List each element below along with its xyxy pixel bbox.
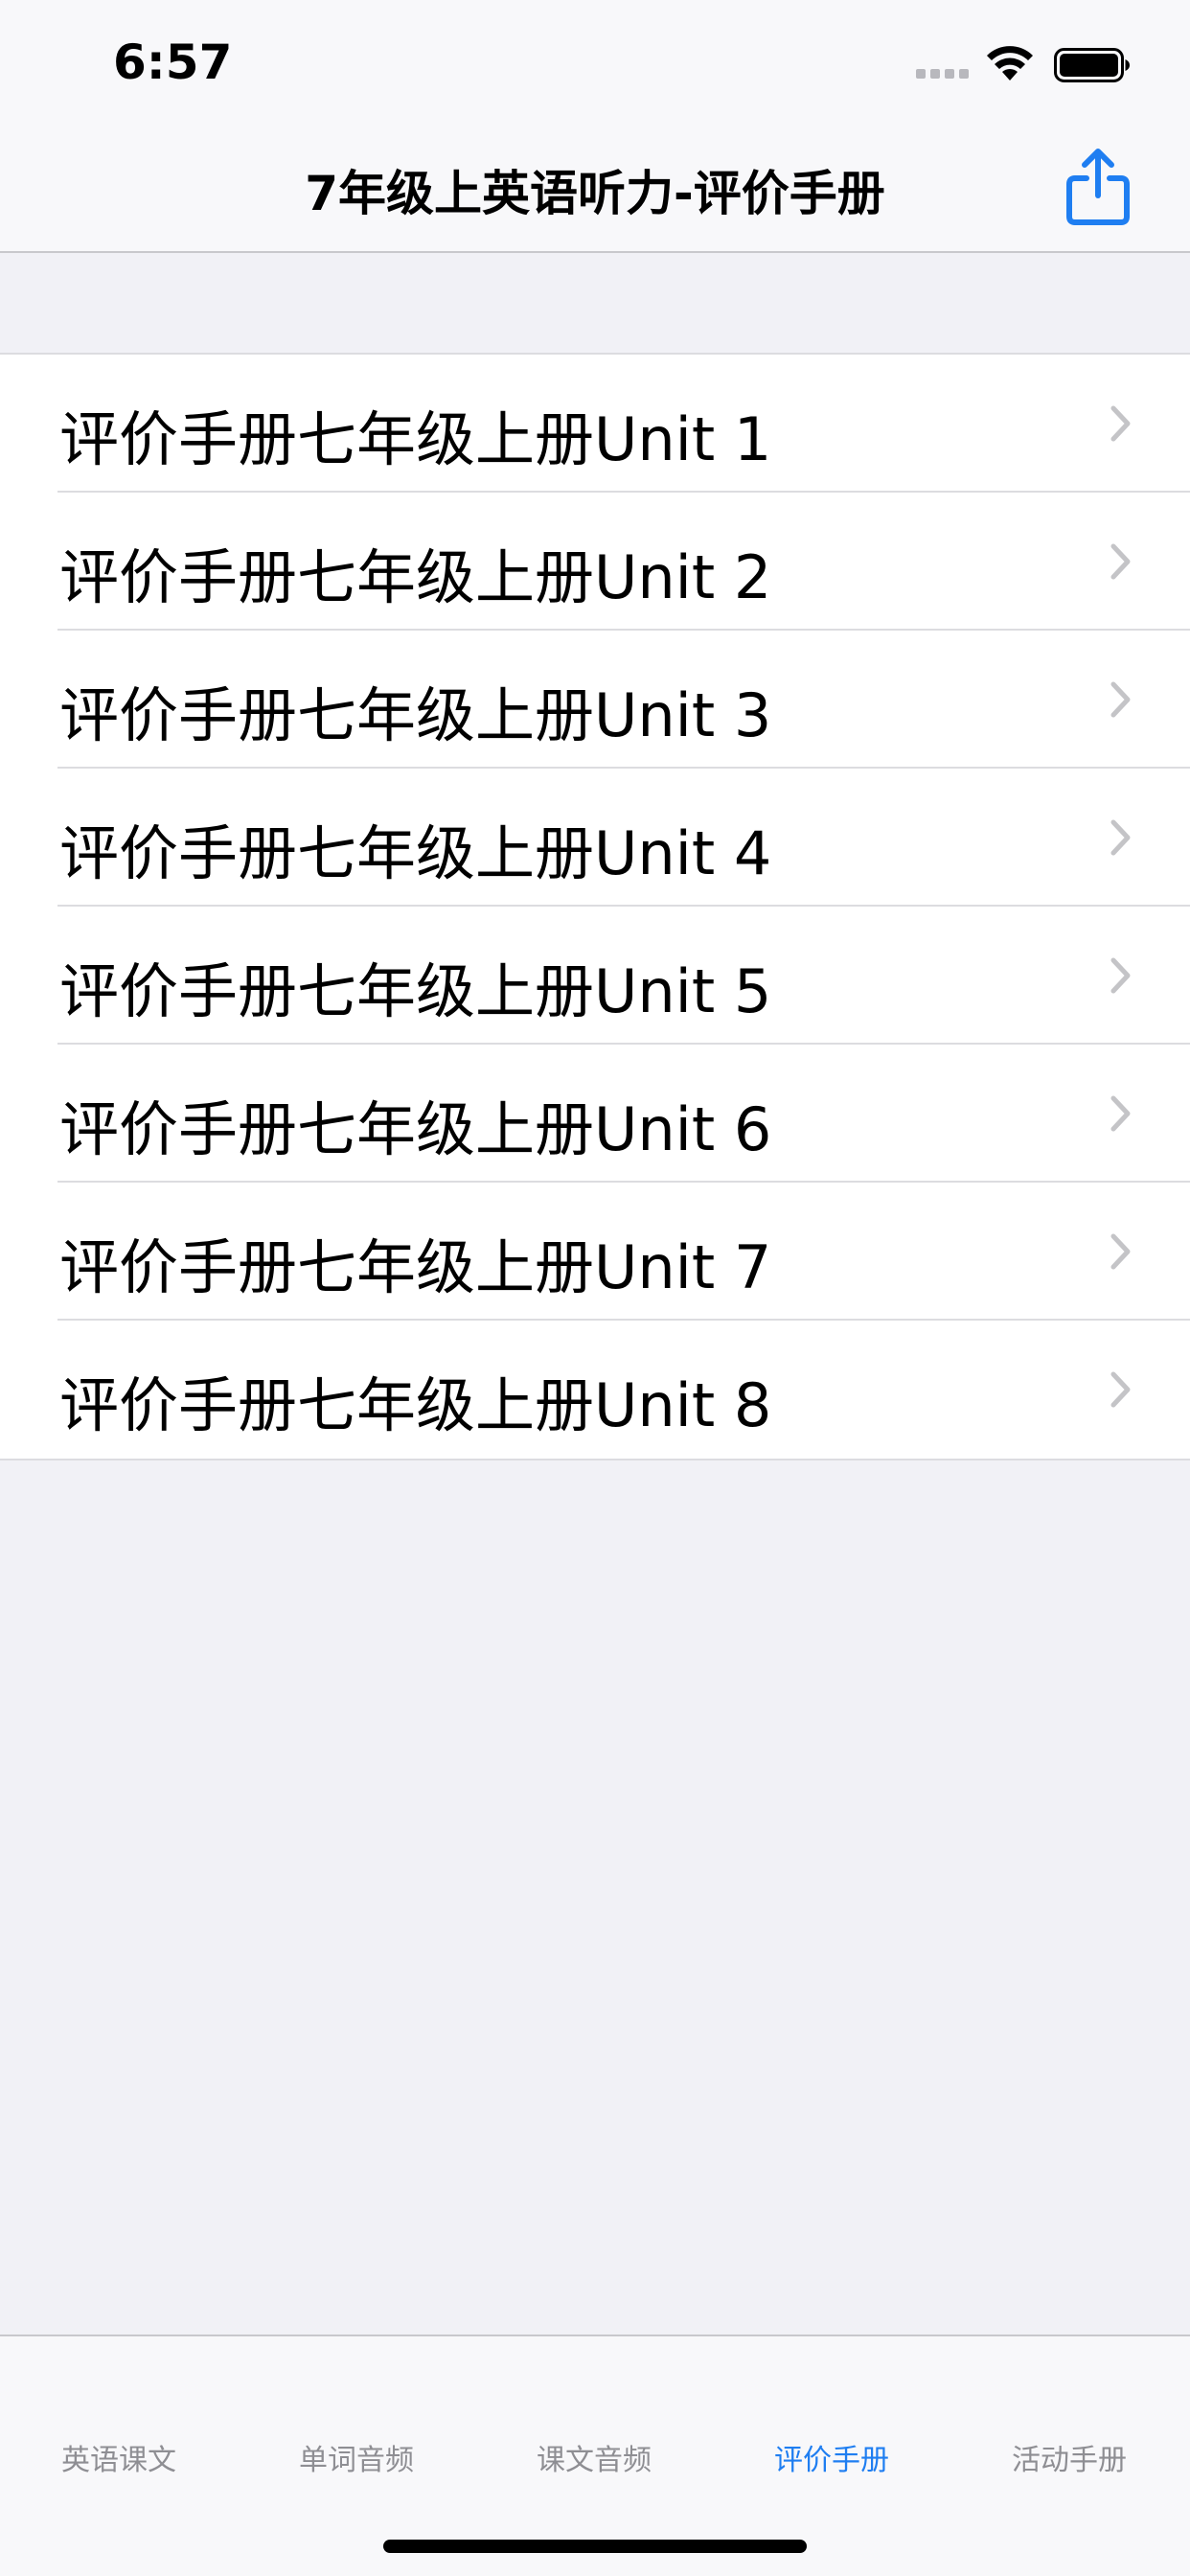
list-item-label: 评价手册七年级上册Unit 3 [59, 680, 772, 750]
chevron-right-icon [1110, 1371, 1131, 1408]
list-item[interactable]: 评价手册七年级上册Unit 7 [0, 1183, 1190, 1321]
status-time: 6:57 [113, 34, 233, 90]
chevron-right-icon [1110, 1233, 1131, 1270]
cellular-signal-icon [916, 69, 970, 80]
battery-icon [1054, 48, 1130, 82]
tab-item[interactable]: 单词音频 [238, 2436, 475, 2478]
list-item[interactable]: 评价手册七年级上册Unit 5 [0, 907, 1190, 1045]
list-item[interactable]: 评价手册七年级上册Unit 4 [0, 769, 1190, 907]
chevron-right-icon [1110, 957, 1131, 994]
chevron-right-icon [1110, 681, 1131, 718]
unit-list: 评价手册七年级上册Unit 1 评价手册七年级上册Unit 2 评价手册七年级上册U… [0, 353, 1190, 1460]
list-item[interactable]: 评价手册七年级上册Unit 6 [0, 1045, 1190, 1183]
tab-item[interactable]: 评价手册 [713, 2436, 950, 2478]
tab-item[interactable]: 课文音频 [475, 2436, 713, 2478]
page-title: 7年级上英语听力-评价手册 [305, 166, 885, 221]
list-item-label: 评价手册七年级上册Unit 1 [59, 404, 772, 474]
chevron-right-icon [1110, 1095, 1131, 1132]
tab-item[interactable]: 英语课文 [0, 2436, 238, 2478]
status-bar: 6:57 [0, 0, 1190, 126]
home-indicator [383, 2540, 807, 2553]
list-item-label: 评价手册七年级上册Unit 4 [59, 818, 772, 888]
share-icon[interactable] [1064, 148, 1133, 226]
list-item-label: 评价手册七年级上册Unit 8 [59, 1370, 772, 1440]
list-item-label: 评价手册七年级上册Unit 7 [59, 1232, 772, 1302]
list-item-label: 评价手册七年级上册Unit 5 [59, 956, 772, 1026]
navigation-bar: 7年级上英语听力-评价手册 [0, 126, 1190, 253]
list-item[interactable]: 评价手册七年级上册Unit 8 [0, 1321, 1190, 1459]
list-item-label: 评价手册七年级上册Unit 2 [59, 542, 772, 612]
list-item-label: 评价手册七年级上册Unit 6 [59, 1094, 772, 1164]
list-item[interactable]: 评价手册七年级上册Unit 3 [0, 631, 1190, 769]
chevron-right-icon [1110, 819, 1131, 856]
chevron-right-icon [1110, 405, 1131, 442]
tab-item[interactable]: 活动手册 [950, 2436, 1188, 2478]
screen: 6:57 7年级上英语听力-评价手册 评价手册七年级上册Unit 1 评价手册七年… [0, 0, 1190, 2576]
list-item[interactable]: 评价手册七年级上册Unit 1 [0, 355, 1190, 493]
wifi-icon [987, 46, 1033, 80]
list-item[interactable]: 评价手册七年级上册Unit 2 [0, 493, 1190, 631]
chevron-right-icon [1110, 543, 1131, 580]
